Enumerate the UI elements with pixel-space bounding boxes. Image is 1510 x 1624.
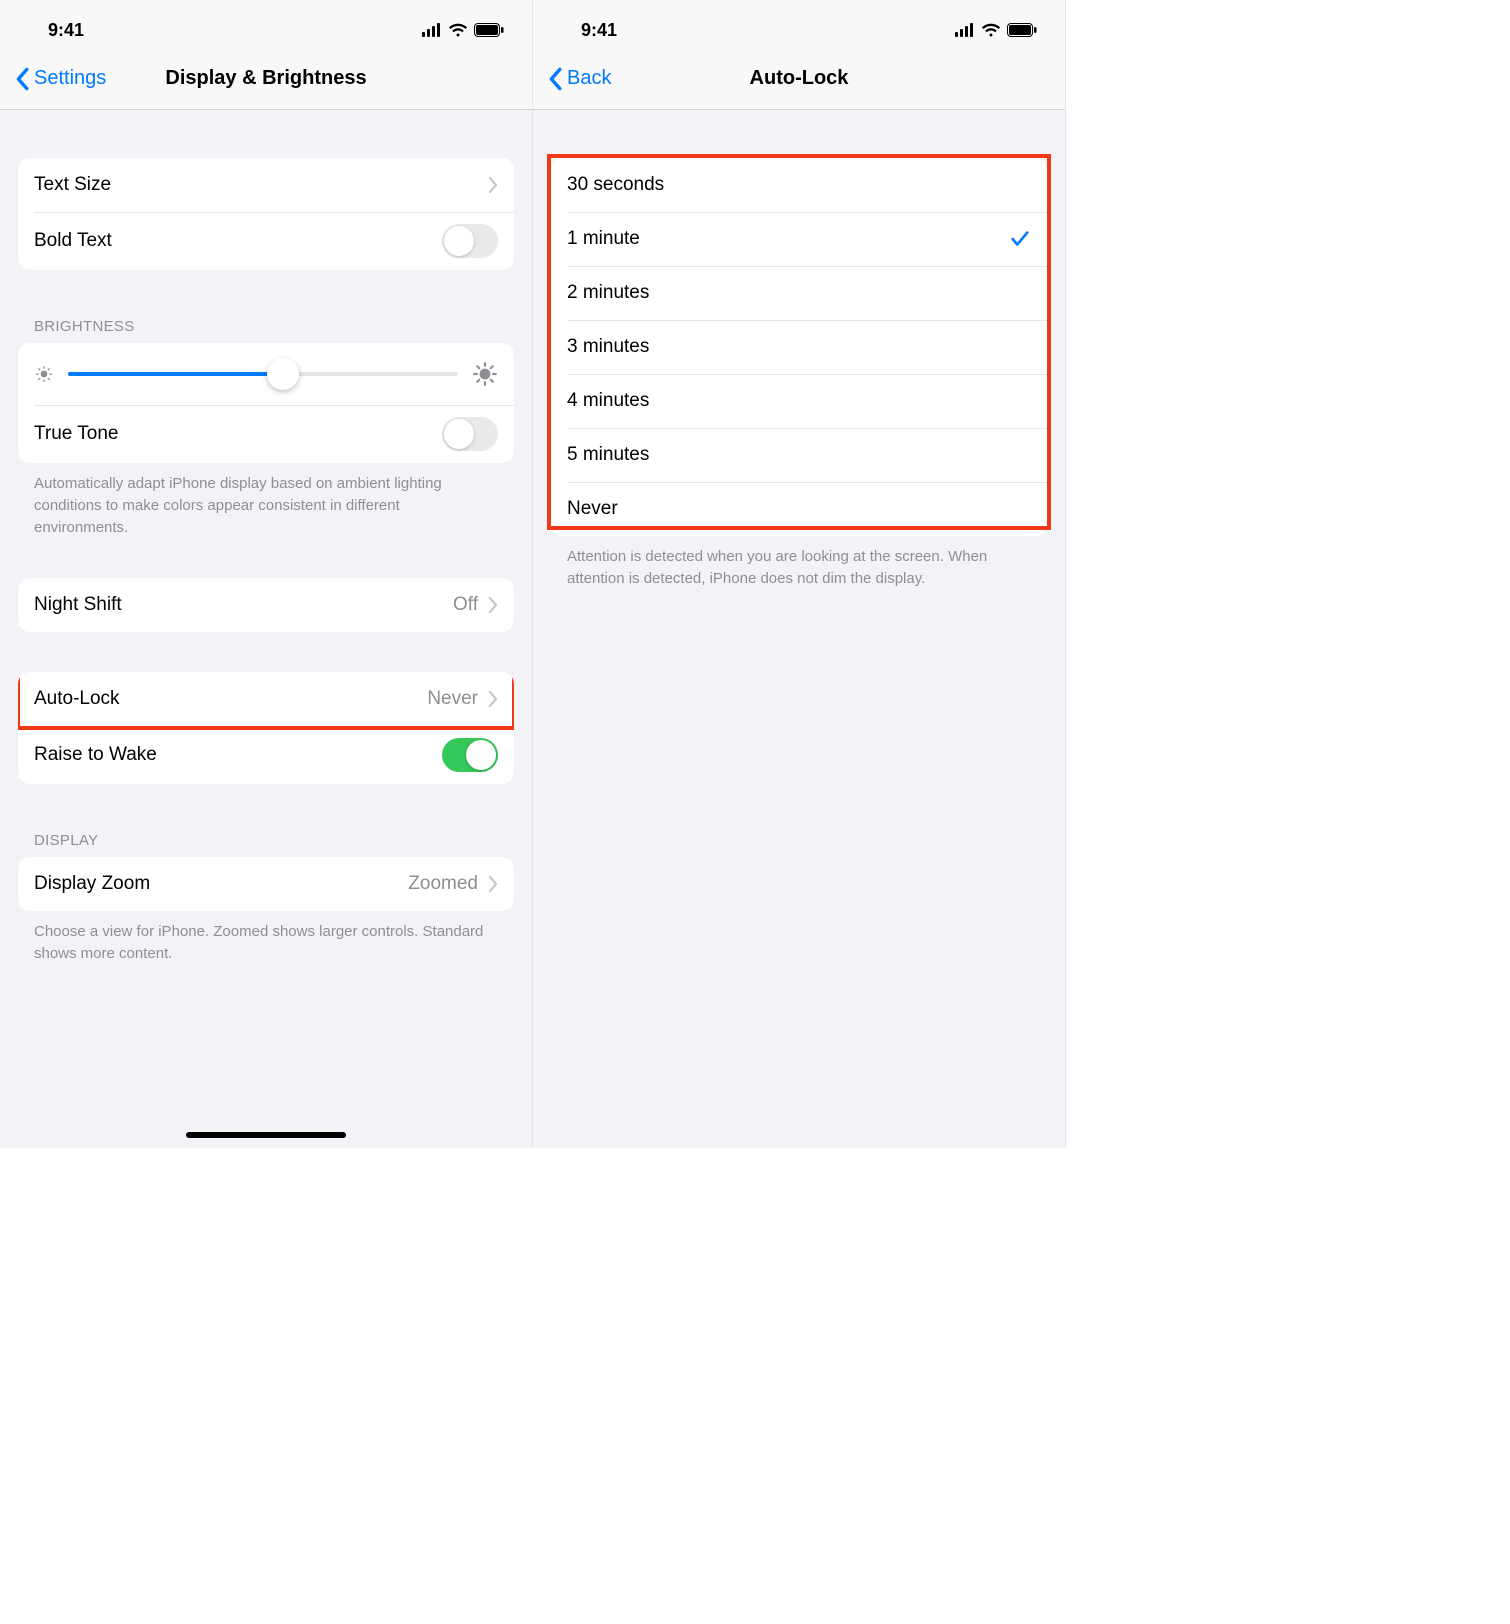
chevron-left-icon	[14, 67, 30, 91]
row-text-size[interactable]: Text Size	[18, 158, 514, 212]
option-5-minutes[interactable]: 5 minutes	[551, 428, 1047, 482]
true-tone-toggle[interactable]	[442, 417, 498, 451]
checkmark-icon	[1009, 228, 1031, 250]
display-header: Display	[0, 832, 532, 857]
raise-to-wake-toggle[interactable]	[442, 738, 498, 772]
home-indicator	[186, 1132, 346, 1138]
chevron-right-icon	[488, 177, 498, 193]
bold-text-label: Bold Text	[34, 230, 442, 252]
option-1-minute[interactable]: 1 minute	[551, 212, 1047, 266]
option-label: 30 seconds	[567, 174, 1031, 196]
battery-icon	[474, 23, 504, 37]
chevron-right-icon	[488, 691, 498, 707]
option-2-minutes[interactable]: 2 minutes	[551, 266, 1047, 320]
group-display-zoom: Display Zoom Zoomed	[18, 857, 514, 911]
back-button[interactable]: Settings	[14, 67, 106, 91]
group-brightness: True Tone	[18, 343, 514, 463]
brightness-slider[interactable]	[68, 372, 458, 376]
option-label: Never	[567, 498, 1031, 520]
wifi-icon	[981, 23, 1001, 37]
row-auto-lock[interactable]: Auto-Lock Never	[18, 672, 514, 726]
status-time: 9:41	[48, 20, 84, 41]
auto-lock-value: Never	[427, 688, 478, 710]
chevron-left-icon	[547, 67, 563, 91]
auto-lock-label: Auto-Lock	[34, 688, 427, 710]
group-auto-lock: Auto-Lock Never Raise to Wake	[18, 672, 514, 784]
group-auto-lock-options: 30 seconds 1 minute 2 minutes 3 minutes …	[551, 158, 1047, 536]
option-3-minutes[interactable]: 3 minutes	[551, 320, 1047, 374]
status-time: 9:41	[581, 20, 617, 41]
display-zoom-label: Display Zoom	[34, 873, 408, 895]
text-size-label: Text Size	[34, 174, 488, 196]
option-label: 2 minutes	[567, 282, 1031, 304]
group-night-shift: Night Shift Off	[18, 578, 514, 632]
screen-display-brightness: 9:41 Settings Display & Brightness Text …	[0, 0, 533, 1148]
true-tone-footer: Automatically adapt iPhone display based…	[0, 463, 532, 538]
display-zoom-footer: Choose a view for iPhone. Zoomed shows l…	[0, 911, 532, 965]
group-text: Text Size Bold Text	[18, 158, 514, 270]
row-true-tone[interactable]: True Tone	[18, 405, 514, 463]
option-never[interactable]: Never	[551, 482, 1047, 536]
back-button[interactable]: Back	[547, 67, 611, 91]
option-30-seconds[interactable]: 30 seconds	[551, 158, 1047, 212]
night-shift-value: Off	[453, 594, 478, 616]
status-icons	[422, 23, 504, 37]
row-raise-to-wake[interactable]: Raise to Wake	[18, 726, 514, 784]
display-zoom-value: Zoomed	[408, 873, 478, 895]
option-4-minutes[interactable]: 4 minutes	[551, 374, 1047, 428]
status-bar: 9:41	[533, 0, 1065, 54]
row-night-shift[interactable]: Night Shift Off	[18, 578, 514, 632]
nav-bar: Settings Display & Brightness	[0, 54, 532, 110]
option-label: 5 minutes	[567, 444, 1031, 466]
nav-bar: Back Auto-Lock	[533, 54, 1065, 110]
sun-large-icon	[472, 361, 498, 387]
brightness-header: Brightness	[0, 318, 532, 343]
chevron-right-icon	[488, 876, 498, 892]
option-label: 1 minute	[567, 228, 1009, 250]
row-brightness-slider[interactable]	[18, 343, 514, 405]
page-title: Display & Brightness	[165, 67, 366, 90]
bold-text-toggle[interactable]	[442, 224, 498, 258]
screen-auto-lock: 9:41 Back Auto-Lock 30 seconds 1 minute	[533, 0, 1066, 1148]
option-label: 4 minutes	[567, 390, 1031, 412]
page-title: Auto-Lock	[750, 67, 849, 90]
back-label: Back	[567, 67, 611, 90]
row-bold-text[interactable]: Bold Text	[18, 212, 514, 270]
status-bar: 9:41	[0, 0, 532, 54]
true-tone-label: True Tone	[34, 423, 442, 445]
auto-lock-footer: Attention is detected when you are looki…	[533, 536, 1065, 590]
cellular-icon	[422, 23, 442, 37]
back-label: Settings	[34, 67, 106, 90]
battery-icon	[1007, 23, 1037, 37]
night-shift-label: Night Shift	[34, 594, 453, 616]
chevron-right-icon	[488, 597, 498, 613]
cellular-icon	[955, 23, 975, 37]
wifi-icon	[448, 23, 468, 37]
status-icons	[955, 23, 1037, 37]
sun-small-icon	[34, 364, 54, 384]
raise-to-wake-label: Raise to Wake	[34, 744, 442, 766]
option-label: 3 minutes	[567, 336, 1031, 358]
row-display-zoom[interactable]: Display Zoom Zoomed	[18, 857, 514, 911]
